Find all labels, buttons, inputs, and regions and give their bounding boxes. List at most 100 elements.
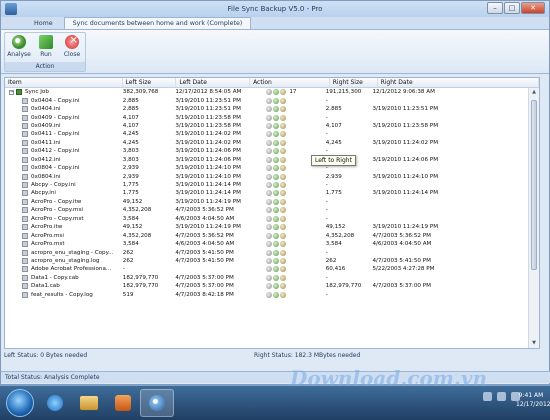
taskbar-ie-button[interactable] bbox=[38, 389, 72, 417]
copy-left-action-icon[interactable] bbox=[280, 173, 287, 180]
skip-action-icon[interactable] bbox=[266, 148, 273, 155]
table-row[interactable]: Abcpy - Copy.ini 1,775 3/19/2010 11:24:14 … bbox=[5, 181, 527, 189]
copy-right-action-icon[interactable] bbox=[273, 215, 280, 222]
copy-left-action-icon[interactable] bbox=[280, 122, 287, 129]
copy-right-action-icon[interactable] bbox=[273, 165, 280, 172]
copy-left-action-icon[interactable] bbox=[280, 97, 287, 104]
table-row[interactable]: 0x0404 - Copy.ini 2,885 3/19/2010 11:23:51… bbox=[5, 96, 527, 104]
copy-left-action-icon[interactable] bbox=[280, 266, 287, 273]
table-row[interactable]: 0x0409 - Copy.ini 4,107 3/19/2010 11:23:58… bbox=[5, 113, 527, 121]
copy-right-action-icon[interactable] bbox=[273, 257, 280, 264]
minimize-button[interactable]: – bbox=[487, 2, 503, 14]
scroll-up-arrow[interactable]: ▲ bbox=[529, 88, 539, 97]
copy-right-action-icon[interactable] bbox=[273, 274, 280, 281]
copy-left-action-icon[interactable] bbox=[280, 274, 287, 281]
table-row[interactable]: 0x0411 - Copy.ini 4,245 3/19/2010 11:24:02… bbox=[5, 130, 527, 138]
table-row-sync-job[interactable]: − Sync Job 382,309,768 12/17/2012 8:54:05 A… bbox=[5, 88, 527, 96]
table-row[interactable]: AcroPro.mst 3,584 4/6/2003 4:04:50 AM 3,584… bbox=[5, 240, 527, 248]
skip-action-icon[interactable] bbox=[266, 266, 273, 273]
skip-action-icon[interactable] bbox=[266, 114, 273, 121]
vertical-scrollbar[interactable]: ▲ ▼ bbox=[528, 88, 539, 348]
table-row[interactable]: feat_results - Copy.log 519 4/7/2003 8:42:… bbox=[5, 291, 527, 299]
table-row[interactable]: acropro_enu_staging - Copy... 262 4/7/2003… bbox=[5, 248, 527, 256]
copy-right-action-icon[interactable] bbox=[273, 249, 280, 256]
skip-action-icon[interactable] bbox=[266, 122, 273, 129]
copy-left-action-icon[interactable] bbox=[280, 165, 287, 172]
column-header-action[interactable]: Action bbox=[250, 78, 330, 87]
column-header-right-date[interactable]: Right Date bbox=[378, 78, 539, 87]
analyse-button[interactable]: Analyse bbox=[7, 35, 31, 58]
table-row[interactable]: 0x0409.ini 4,107 3/19/2010 11:23:58 PM 4,10… bbox=[5, 122, 527, 130]
table-row[interactable]: AcroPro - Copy.mst 3,584 4/6/2003 4:04:50 … bbox=[5, 215, 527, 223]
skip-action-icon[interactable] bbox=[266, 224, 273, 231]
copy-right-action-icon[interactable] bbox=[273, 97, 280, 104]
skip-action-icon[interactable] bbox=[266, 241, 273, 248]
copy-right-action-icon[interactable] bbox=[273, 122, 280, 129]
copy-right-action-icon[interactable] bbox=[273, 224, 280, 231]
table-row[interactable]: 0x0804.ini 2,939 3/19/2010 11:24:10 PM 2,93… bbox=[5, 172, 527, 180]
copy-left-action-icon[interactable] bbox=[280, 207, 287, 214]
maximize-button[interactable]: □ bbox=[504, 2, 520, 14]
close-window-button[interactable]: ✕ bbox=[521, 2, 545, 14]
copy-right-action-icon[interactable] bbox=[273, 232, 280, 239]
column-header-item[interactable]: Item bbox=[5, 78, 123, 87]
scroll-down-arrow[interactable]: ▼ bbox=[529, 339, 539, 348]
collapse-toggle[interactable]: − bbox=[9, 89, 14, 95]
table-row[interactable]: acropro_enu_staging.log 262 4/7/2003 5:41:… bbox=[5, 257, 527, 265]
clock[interactable]: 9:41 AM 12/17/2012 bbox=[516, 391, 550, 409]
table-row[interactable]: AcroPro - Copy.itw 49,152 3/19/2010 11:24:… bbox=[5, 198, 527, 206]
skip-action-icon[interactable] bbox=[266, 291, 273, 298]
copy-left-action-icon[interactable] bbox=[280, 131, 287, 138]
skip-action-icon[interactable] bbox=[266, 89, 273, 96]
start-button[interactable] bbox=[6, 389, 34, 417]
copy-left-action-icon[interactable] bbox=[280, 139, 287, 146]
copy-left-action-icon[interactable] bbox=[280, 241, 287, 248]
table-row[interactable]: Data1 - Copy.cab 182,979,770 4/7/2003 5:37… bbox=[5, 274, 527, 282]
taskbar-explorer-button[interactable] bbox=[72, 389, 106, 417]
table-row[interactable]: 0x0804 - Copy.ini 2,939 3/19/2010 11:24:10… bbox=[5, 164, 527, 172]
copy-left-action-icon[interactable] bbox=[280, 215, 287, 222]
copy-left-action-icon[interactable] bbox=[280, 224, 287, 231]
copy-left-action-icon[interactable] bbox=[280, 148, 287, 155]
table-row[interactable]: 0x0412 - Copy.ini 3,803 3/19/2010 11:24:06… bbox=[5, 147, 527, 155]
copy-left-action-icon[interactable] bbox=[280, 283, 287, 290]
table-row[interactable]: 0x0411.ini 4,245 3/19/2010 11:24:02 PM 4,24… bbox=[5, 139, 527, 147]
table-row[interactable]: AcroPro - Copy.msi 4,352,208 4/7/2003 5:36… bbox=[5, 206, 527, 214]
copy-right-action-icon[interactable] bbox=[273, 198, 280, 205]
copy-right-action-icon[interactable] bbox=[273, 190, 280, 197]
copy-left-action-icon[interactable] bbox=[280, 114, 287, 121]
copy-left-action-icon[interactable] bbox=[280, 291, 287, 298]
copy-right-action-icon[interactable] bbox=[273, 156, 280, 163]
copy-right-action-icon[interactable] bbox=[273, 207, 280, 214]
taskbar-media-button[interactable] bbox=[106, 389, 140, 417]
copy-left-action-icon[interactable] bbox=[280, 190, 287, 197]
copy-right-action-icon[interactable] bbox=[273, 131, 280, 138]
table-row[interactable]: Adobe Acrobat Professiona... - 60,416 5/22/… bbox=[5, 265, 527, 273]
skip-action-icon[interactable] bbox=[266, 106, 273, 113]
copy-right-action-icon[interactable] bbox=[273, 106, 280, 113]
skip-action-icon[interactable] bbox=[266, 232, 273, 239]
copy-left-action-icon[interactable] bbox=[280, 182, 287, 189]
copy-right-action-icon[interactable] bbox=[273, 241, 280, 248]
copy-left-action-icon[interactable] bbox=[280, 257, 287, 264]
skip-action-icon[interactable] bbox=[266, 139, 273, 146]
skip-action-icon[interactable] bbox=[266, 207, 273, 214]
tab-sync-job[interactable]: Sync documents between home and work (Co… bbox=[63, 17, 252, 29]
skip-action-icon[interactable] bbox=[266, 173, 273, 180]
column-header-left-size[interactable]: Left Size bbox=[123, 78, 177, 87]
copy-left-action-icon[interactable] bbox=[280, 232, 287, 239]
table-row[interactable]: Abcpy.ini 1,775 3/19/2010 11:24:14 PM 1,775… bbox=[5, 189, 527, 197]
column-header-left-date[interactable]: Left Date bbox=[176, 78, 251, 87]
scroll-thumb[interactable] bbox=[531, 100, 537, 270]
copy-left-action-icon[interactable] bbox=[280, 106, 287, 113]
copy-right-action-icon[interactable] bbox=[273, 182, 280, 189]
copy-right-action-icon[interactable] bbox=[273, 114, 280, 121]
copy-left-action-icon[interactable] bbox=[280, 198, 287, 205]
table-row[interactable]: AcroPro.msi 4,352,208 4/7/2003 5:36:52 PM 4… bbox=[5, 231, 527, 239]
close-button[interactable]: Close bbox=[60, 33, 84, 58]
table-row[interactable]: 0x0412.ini3,8033/19/2010 11:24:06 PM3,80… bbox=[5, 156, 527, 164]
skip-action-icon[interactable] bbox=[266, 249, 273, 256]
table-row[interactable]: AcroPro.itw 49,152 3/19/2010 11:24:19 PM 49… bbox=[5, 223, 527, 231]
copy-left-action-icon[interactable] bbox=[280, 89, 287, 96]
copy-right-action-icon[interactable] bbox=[273, 266, 280, 273]
